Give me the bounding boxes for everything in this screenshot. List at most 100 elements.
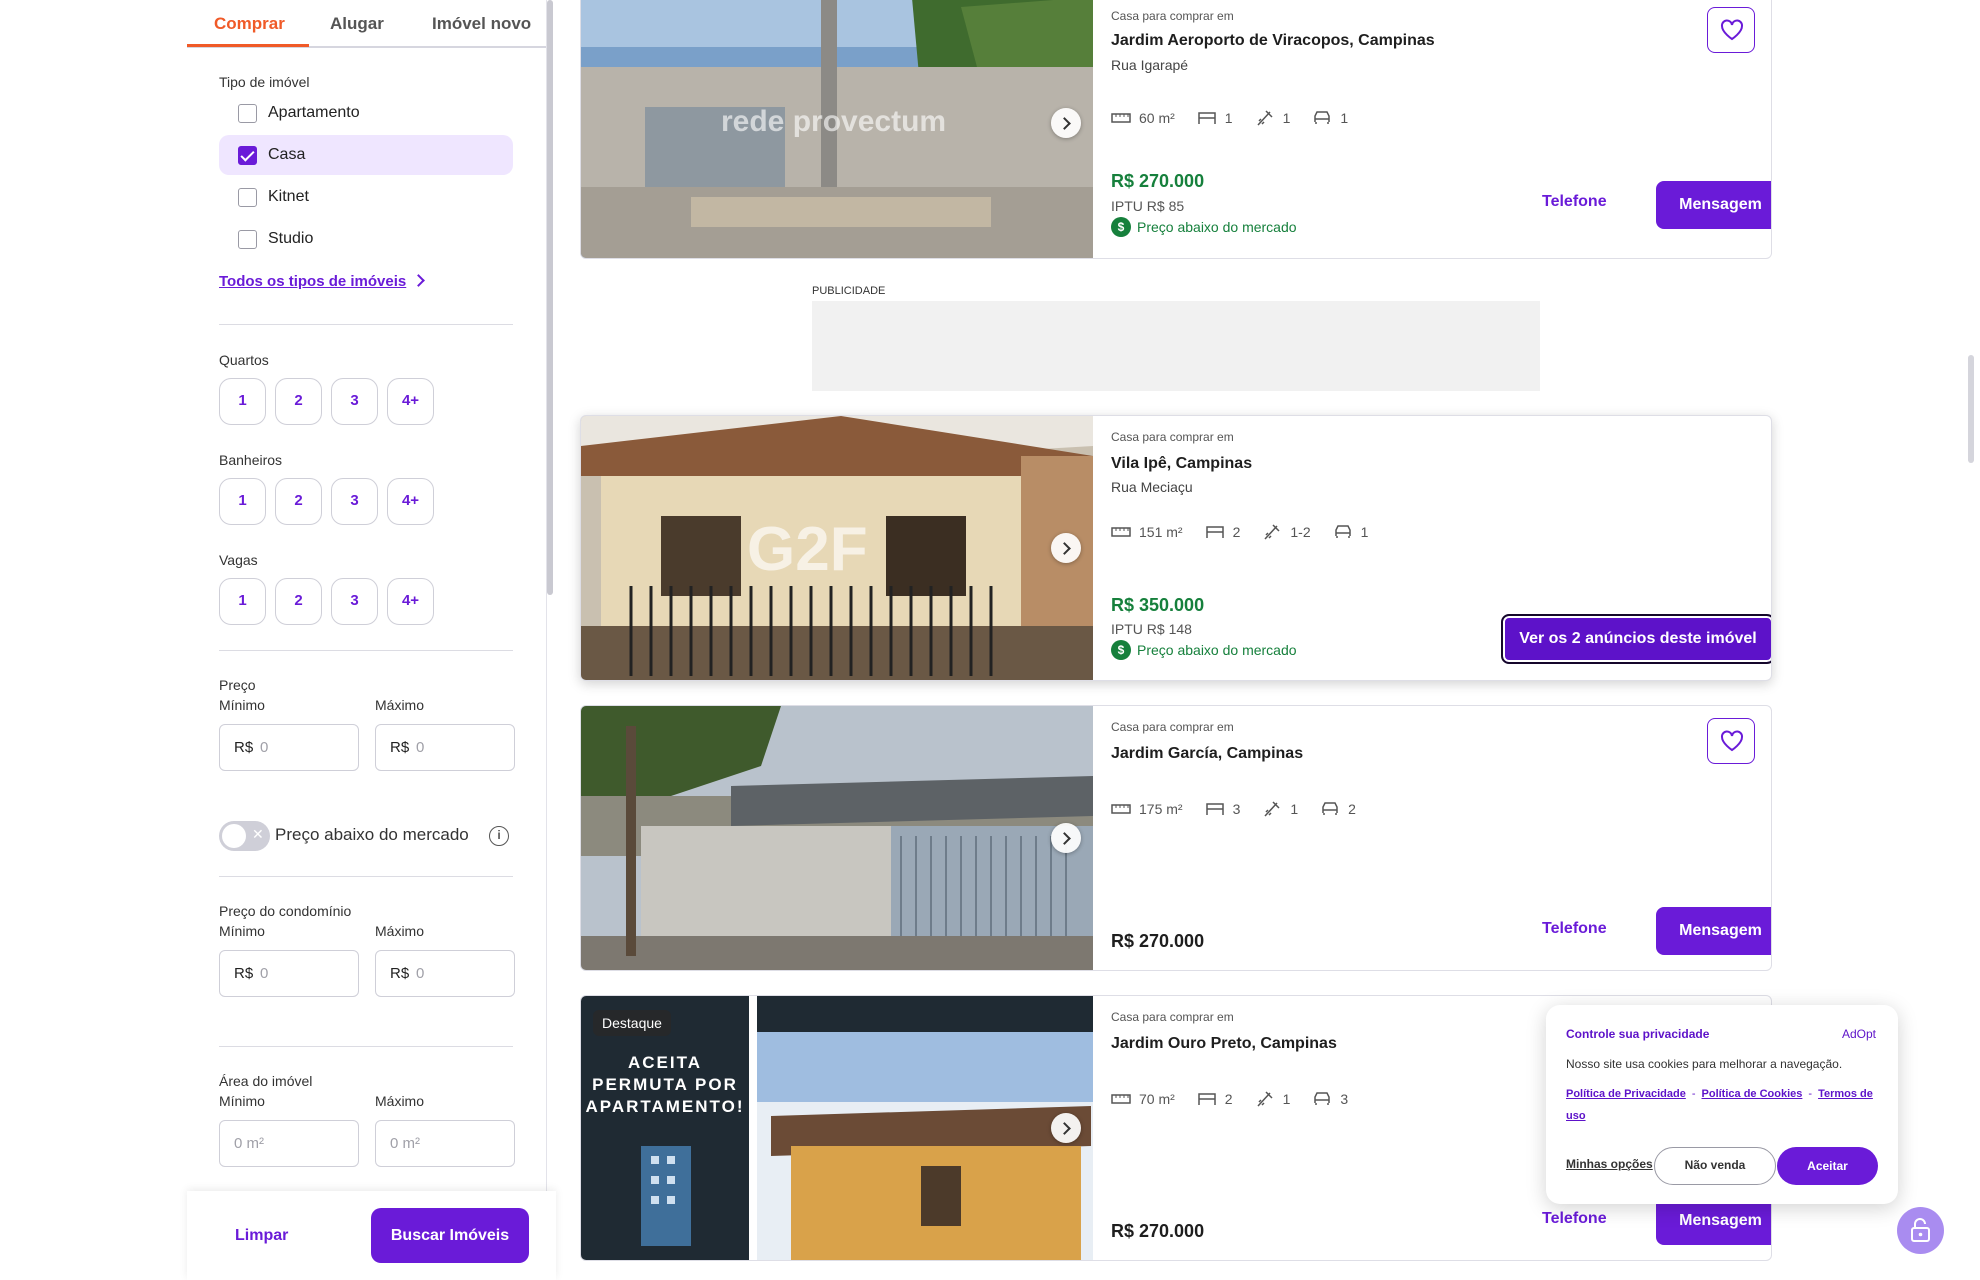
listing-card[interactable]: Casa para comprar em Jardim García, Camp… [580, 705, 1772, 971]
parking-option-1[interactable]: 1 [219, 578, 266, 625]
bedrooms-value: 1 [1224, 110, 1233, 126]
dollar-icon: $ [1111, 640, 1131, 660]
area-min-input[interactable]: 0 m² [219, 1120, 359, 1167]
listing-title[interactable]: Jardim Ouro Preto, Campinas [1111, 1035, 1337, 1053]
my-options-link[interactable]: Minhas opções [1566, 1157, 1653, 1171]
chevron-right-icon [412, 274, 425, 287]
parking-label: Vagas [219, 552, 258, 568]
phone-button[interactable]: Telefone [1542, 193, 1607, 211]
condo-min-label: Mínimo [219, 923, 265, 939]
listing-title[interactable]: Vila Ipê, Campinas [1111, 455, 1252, 473]
bathrooms-option-1[interactable]: 1 [219, 478, 266, 525]
message-button[interactable]: Mensagem [1656, 907, 1771, 955]
consent-provider-logo[interactable]: AdOpt [1842, 1027, 1876, 1041]
listing-title[interactable]: Jardim Aeroporto de Viracopos, Campinas [1111, 32, 1435, 50]
area-value: 175 m² [1139, 801, 1183, 817]
area-max-label: Máximo [375, 1093, 425, 1109]
message-button[interactable]: Mensagem [1656, 181, 1771, 229]
message-button[interactable]: Mensagem [1656, 1197, 1771, 1245]
bathrooms-option-3[interactable]: 3 [331, 478, 378, 525]
favorite-button[interactable] [1707, 7, 1755, 53]
parking-feature: 1 [1333, 524, 1368, 540]
checkbox-kitnet[interactable]: Kitnet [219, 177, 513, 217]
search-properties-button[interactable]: Buscar Imóveis [371, 1208, 529, 1263]
bed-icon [1198, 112, 1216, 124]
phone-button[interactable]: Telefone [1542, 920, 1607, 938]
privacy-policy-link[interactable]: Política de Privacidade [1566, 1088, 1686, 1100]
checkbox-box[interactable] [238, 104, 257, 123]
all-property-types-link[interactable]: Todos os tipos de imóveis [219, 273, 406, 290]
checkbox-apartamento[interactable]: Apartamento [219, 93, 513, 133]
below-market-badge: $ Preço abaixo do mercado [1111, 640, 1297, 660]
tab-comprar[interactable]: Comprar [214, 14, 285, 34]
checkbox-casa[interactable]: Casa [219, 135, 513, 175]
listing-photo[interactable]: rede provectum [581, 0, 1093, 258]
listing-card[interactable]: rede provectum Casa para comprar em Jard… [580, 0, 1772, 259]
ruler-icon [1111, 1094, 1131, 1104]
listing-photo[interactable]: G2F [581, 416, 1093, 680]
price-min-input[interactable]: R$ 0 [219, 724, 359, 771]
area-max-input[interactable]: 0 m² [375, 1120, 515, 1167]
ad-slot[interactable] [812, 301, 1540, 391]
info-icon[interactable]: i [489, 826, 509, 846]
next-photo-button[interactable] [1051, 1113, 1081, 1143]
filter-sidebar: Comprar Alugar Imóvel novo Tipo de imóve… [187, 0, 547, 1280]
checkbox-box[interactable] [238, 188, 257, 207]
next-photo-button[interactable] [1051, 107, 1081, 138]
sidebar-scrollbar[interactable] [547, 0, 553, 595]
heart-icon [1721, 19, 1743, 41]
bedrooms-option-3[interactable]: 3 [331, 378, 378, 425]
privacy-title: Controle sua privacidade [1566, 1027, 1710, 1041]
checkbox-box-checked[interactable] [238, 146, 257, 165]
checkbox-studio[interactable]: Studio [219, 219, 513, 259]
below-market-label: Preço abaixo do mercado [275, 825, 469, 844]
parking-option-2[interactable]: 2 [275, 578, 322, 625]
bathrooms-value: 1 [1282, 110, 1291, 126]
page-scrollbar[interactable] [1968, 355, 1974, 463]
listing-photo[interactable]: Destaque ACEITA PERMUTA POR APARTAMENTO! [581, 996, 1093, 1260]
parking-option-4plus[interactable]: 4+ [387, 578, 434, 625]
accept-cookies-button[interactable]: Aceitar [1777, 1147, 1878, 1185]
condo-max-input[interactable]: R$ 0 [375, 950, 515, 997]
listing-photo[interactable] [581, 706, 1093, 970]
tab-imovel-novo[interactable]: Imóvel novo [432, 14, 531, 34]
do-not-sell-button[interactable]: Não venda [1654, 1147, 1776, 1185]
listing-title[interactable]: Jardim García, Campinas [1111, 745, 1303, 763]
bathrooms-value: 1 [1282, 1091, 1291, 1107]
currency-prefix: R$ [390, 739, 410, 756]
below-market-badge-text: Preço abaixo do mercado [1137, 219, 1297, 235]
view-all-ads-button[interactable]: Ver os 2 anúncios deste imóvel [1501, 614, 1771, 664]
parking-feature: 1 [1312, 110, 1348, 126]
condo-min-input[interactable]: R$ 0 [219, 950, 359, 997]
property-type-label: Tipo de imóvel [219, 74, 310, 90]
price-max-input[interactable]: R$ 0 [375, 724, 515, 771]
bathrooms-option-4plus[interactable]: 4+ [387, 478, 434, 525]
listing-card[interactable]: G2F Casa para comprar em Vila Ipê, Campi… [580, 415, 1772, 681]
phone-button[interactable]: Telefone [1542, 1210, 1607, 1228]
bedrooms-value: 3 [1232, 801, 1241, 817]
bathrooms-value: 1 [1290, 801, 1299, 817]
car-icon [1322, 802, 1338, 815]
parking-option-3[interactable]: 3 [331, 578, 378, 625]
shower-icon [1264, 524, 1280, 540]
checkbox-box[interactable] [238, 230, 257, 249]
tab-alugar[interactable]: Alugar [330, 14, 384, 34]
cookie-consent-dialog: Controle sua privacidade AdOpt Nosso sit… [1546, 1005, 1898, 1204]
below-market-badge: $ Preço abaixo do mercado [1111, 217, 1297, 237]
bedrooms-option-4plus[interactable]: 4+ [387, 378, 434, 425]
clear-filters-button[interactable]: Limpar [235, 1227, 288, 1245]
below-market-toggle[interactable]: ✕ [219, 821, 270, 851]
cookie-policy-link[interactable]: Política de Cookies [1702, 1088, 1803, 1100]
divider [219, 324, 513, 325]
bedrooms-option-2[interactable]: 2 [275, 378, 322, 425]
privacy-settings-button[interactable] [1897, 1207, 1944, 1254]
bedrooms-option-1[interactable]: 1 [219, 378, 266, 425]
search-mode-tabs: Comprar Alugar Imóvel novo [187, 0, 546, 48]
privacy-message: Nosso site usa cookies para melhorar a n… [1566, 1057, 1843, 1071]
shower-icon [1257, 110, 1273, 126]
next-photo-button[interactable] [1051, 823, 1081, 853]
bathrooms-option-2[interactable]: 2 [275, 478, 322, 525]
active-tab-indicator [187, 44, 309, 47]
next-photo-button[interactable] [1051, 533, 1081, 563]
favorite-button[interactable] [1707, 718, 1755, 764]
